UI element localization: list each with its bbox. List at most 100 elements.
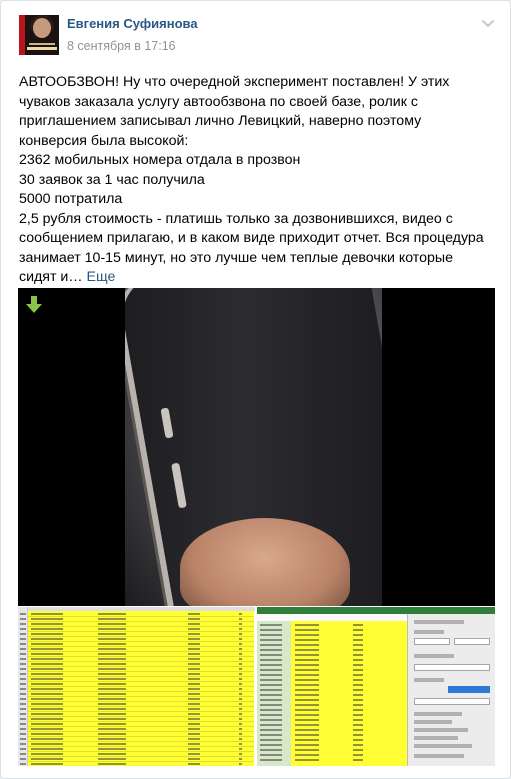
spreadsheet-cell-text [295, 754, 319, 756]
spreadsheet-cell-text [188, 718, 200, 720]
spreadsheet-cell-text [260, 744, 282, 746]
spreadsheet-cell-text [188, 633, 200, 635]
spreadsheet-cell-text [31, 728, 63, 730]
spreadsheet-cell-text [260, 699, 282, 701]
spreadsheet-cell-text [353, 644, 363, 646]
spreadsheet-cell-text [98, 723, 126, 725]
panel-label [414, 620, 464, 624]
spreadsheet-cell-text [260, 629, 282, 631]
post-text-last-line: сидят и… Еще [19, 268, 499, 288]
spreadsheet-cell-text [239, 613, 242, 615]
spreadsheet-gridline [28, 756, 254, 757]
spreadsheet-gridline [28, 661, 254, 662]
spreadsheet-cell-text [239, 758, 242, 760]
spreadsheet-cell-text [98, 643, 126, 645]
spreadsheet-cell-text [353, 744, 363, 746]
post-text-line: 30 заявок за 1 час получила [19, 171, 205, 188]
spreadsheet-cell-text [20, 753, 26, 755]
avatar-face [33, 18, 51, 38]
spreadsheet-gridline [28, 636, 254, 637]
spreadsheet-cell-text [20, 748, 26, 750]
author-name[interactable]: Евгения Суфиянова [67, 16, 198, 31]
spreadsheet-cell-text [31, 708, 63, 710]
spreadsheet-cell-text [20, 628, 26, 630]
spreadsheet-cell-text [239, 663, 242, 665]
panel-label [414, 728, 468, 732]
spreadsheet-cell-text [260, 754, 282, 756]
panel-label [414, 720, 452, 724]
spreadsheet-cell-text [260, 694, 282, 696]
spreadsheet-cell-text [239, 633, 242, 635]
spreadsheet-cell-text [188, 708, 200, 710]
spreadsheet-gridline [28, 656, 254, 657]
spreadsheet-cell-text [98, 633, 126, 635]
post-card: Евгения Суфиянова 8 сентября в 17:16 АВТ… [0, 0, 511, 779]
spreadsheet-cell-text [20, 763, 26, 765]
spreadsheet-cell-text [239, 738, 242, 740]
spreadsheet-gridline [28, 631, 254, 632]
spreadsheet-gridline [28, 696, 254, 697]
spreadsheet-cell-text [98, 713, 126, 715]
panel-selected-field [448, 686, 490, 693]
spreadsheet-cell-text [188, 668, 200, 670]
spreadsheet-cell-text [260, 664, 282, 666]
spreadsheet-cell-text [260, 749, 282, 751]
spreadsheet-cell-text [31, 643, 63, 645]
spreadsheet-cell-text [188, 693, 200, 695]
spreadsheet-cell-text [353, 734, 363, 736]
spreadsheet-cell-text [20, 728, 26, 730]
spreadsheet-cell-text [239, 708, 242, 710]
spreadsheet-cell-text [353, 709, 363, 711]
spreadsheet-cell-text [260, 649, 282, 651]
post-text-line: конверсия была высокой: [19, 132, 189, 149]
spreadsheet-cell-text [31, 718, 63, 720]
report-thumbnail-1[interactable] [18, 607, 255, 766]
spreadsheet-cell-text [31, 633, 63, 635]
spreadsheet-cell-text [20, 703, 26, 705]
spreadsheet-cell-text [20, 688, 26, 690]
spreadsheet-cell-text [239, 628, 242, 630]
spreadsheet-cell-text [98, 718, 126, 720]
spreadsheet-cell-text [98, 748, 126, 750]
spreadsheet-cell-text [260, 704, 282, 706]
spreadsheet-cell-text [260, 759, 282, 761]
spreadsheet-cell-text [188, 723, 200, 725]
filter-panel [407, 614, 495, 766]
video-player[interactable] [18, 288, 495, 606]
spreadsheet-cell-text [353, 754, 363, 756]
spreadsheet-cell-text [98, 658, 126, 660]
spreadsheet-cell-text [353, 629, 363, 631]
spreadsheet-cell-text [31, 663, 63, 665]
spreadsheet-cell-text [239, 678, 242, 680]
spreadsheet-cell-text [31, 738, 63, 740]
spreadsheet-cell-text [188, 663, 200, 665]
spreadsheet-cell-text [31, 723, 63, 725]
spreadsheet-cell-text [98, 668, 126, 670]
spreadsheet-cell-text [353, 654, 363, 656]
spreadsheet-cell-text [188, 673, 200, 675]
report-thumbnail-2[interactable] [257, 607, 495, 766]
spreadsheet-cell-text [260, 729, 282, 731]
spreadsheet-gridline [28, 626, 254, 627]
author-avatar[interactable] [19, 15, 59, 55]
spreadsheet-cell-text [239, 748, 242, 750]
spreadsheet-cell-text [239, 618, 242, 620]
spreadsheet-cell-text [295, 679, 319, 681]
chevron-down-icon[interactable] [480, 15, 496, 31]
arrow-down-icon[interactable] [26, 296, 42, 314]
spreadsheet-cell-text [31, 648, 63, 650]
show-more-link[interactable]: Еще [86, 269, 115, 285]
spreadsheet-cell-text [98, 663, 126, 665]
spreadsheet-cell-text [353, 729, 363, 731]
spreadsheet-cell-text [98, 618, 126, 620]
spreadsheet-cell-text [260, 674, 282, 676]
spreadsheet-cell-text [353, 639, 363, 641]
spreadsheet-cell-text [20, 743, 26, 745]
spreadsheet-gridline [28, 761, 254, 762]
spreadsheet-cell-text [20, 638, 26, 640]
spreadsheet-cell-text [20, 633, 26, 635]
spreadsheet-cell-text [353, 714, 363, 716]
spreadsheet-cell-text [98, 753, 126, 755]
post-date[interactable]: 8 сентября в 17:16 [67, 39, 176, 53]
post-text-line: чуваков заказала услугу автообзвона по с… [19, 93, 418, 110]
